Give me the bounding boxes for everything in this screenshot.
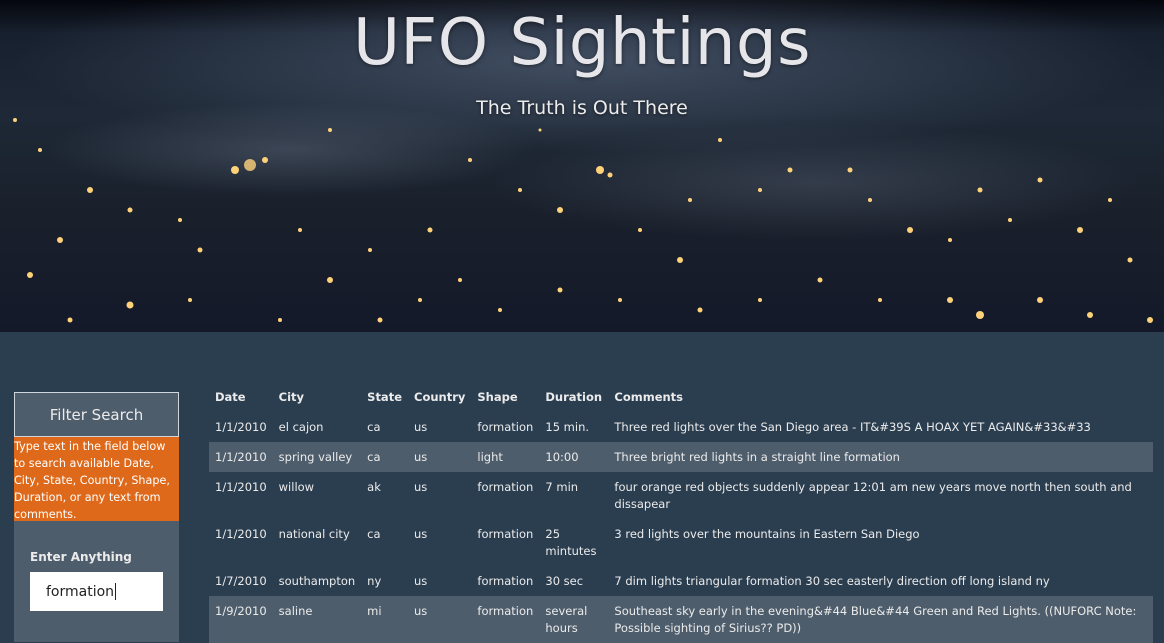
cell-duration: 15 min. (545, 420, 590, 434)
cell-duration: several hours (539, 596, 609, 643)
cell-date: 1/7/2010 (215, 574, 267, 588)
column-header-shape: Shape (477, 390, 518, 404)
cell-shape: formation (471, 596, 540, 643)
filter-sidebar: Filter Search Type text in the field bel… (14, 392, 179, 642)
column-header-country: Country (414, 390, 466, 404)
cell-city: spring valley (272, 442, 362, 472)
cell-state: ak (367, 480, 381, 494)
cell-shape: formation (477, 527, 534, 541)
cell-comments: 7 dim lights triangular formation 30 sec… (614, 574, 1050, 588)
cell-city: southampton (278, 574, 356, 588)
hero-banner: UFO Sightings The Truth is Out There (0, 0, 1164, 332)
cell-date: 1/1/2010 (215, 420, 267, 434)
cell-comments: 3 red lights over the mountains in Easte… (614, 527, 920, 541)
table-row: 1/1/2010 spring valley ca us light 10:00… (209, 442, 1153, 472)
column-header-city: City (278, 390, 305, 404)
cell-state: ca (367, 420, 381, 434)
filter-help-text: Type text in the field below to search a… (14, 437, 179, 521)
cell-date: 1/1/2010 (215, 527, 267, 541)
column-header-duration: Duration (545, 390, 603, 404)
sightings-table: Date City State Country Shape Duration C… (209, 382, 1153, 643)
cell-state: mi (361, 596, 408, 643)
cell-date: 1/1/2010 (209, 442, 273, 472)
column-header-state: State (367, 390, 402, 404)
cell-comments: four orange red objects suddenly appear … (614, 480, 1132, 511)
cell-date: 1/1/2010 (215, 480, 267, 494)
table-row: 1/7/2010 southampton ny us formation 30 … (209, 566, 1153, 596)
sightings-table-container: Date City State Country Shape Duration C… (209, 382, 1164, 643)
cell-city: saline (272, 596, 362, 643)
column-header-comments: Comments (614, 390, 684, 404)
cell-city: willow (278, 480, 315, 494)
search-input[interactable]: formation (30, 572, 163, 611)
table-row: 1/1/2010 national city ca us formation 2… (209, 519, 1153, 566)
page-title: UFO Sightings (353, 6, 811, 80)
cell-city: national city (278, 527, 350, 541)
cell-country: us (408, 596, 472, 643)
cell-duration: 25 mintutes (545, 527, 597, 558)
cell-country: us (414, 527, 428, 541)
cell-country: us (408, 442, 472, 472)
cell-country: us (414, 420, 428, 434)
cell-country: us (414, 480, 428, 494)
page-subtitle: The Truth is Out There (476, 97, 688, 119)
search-input-label: Enter Anything (30, 550, 132, 564)
cell-date: 1/9/2010 (209, 596, 273, 643)
cell-duration: 10:00 (539, 442, 609, 472)
cell-shape: light (471, 442, 540, 472)
search-input-value: formation (46, 583, 115, 600)
cell-duration: 7 min (545, 480, 579, 494)
cell-shape: formation (477, 480, 534, 494)
table-row: 1/1/2010 el cajon ca us formation 15 min… (209, 412, 1153, 442)
cell-state: ca (367, 527, 381, 541)
cell-shape: formation (477, 574, 534, 588)
table-row: 1/9/2010 saline mi us formation several … (209, 596, 1153, 643)
cell-shape: formation (477, 420, 534, 434)
cell-comments: Three red lights over the San Diego area… (614, 420, 1091, 434)
cell-city: el cajon (278, 420, 324, 434)
filter-search-heading: Filter Search (14, 392, 179, 437)
column-header-date: Date (215, 390, 246, 404)
cell-state: ca (361, 442, 408, 472)
table-header-row: Date City State Country Shape Duration C… (209, 382, 1153, 412)
cell-comments: Southeast sky early in the evening&#44 B… (608, 596, 1153, 643)
text-caret (115, 583, 117, 600)
table-row: 1/1/2010 willow ak us formation 7 min fo… (209, 472, 1153, 519)
cell-comments: Three bright red lights in a straight li… (608, 442, 1153, 472)
cell-duration: 30 sec (545, 574, 584, 588)
cell-state: ny (367, 574, 382, 588)
cell-country: us (414, 574, 428, 588)
